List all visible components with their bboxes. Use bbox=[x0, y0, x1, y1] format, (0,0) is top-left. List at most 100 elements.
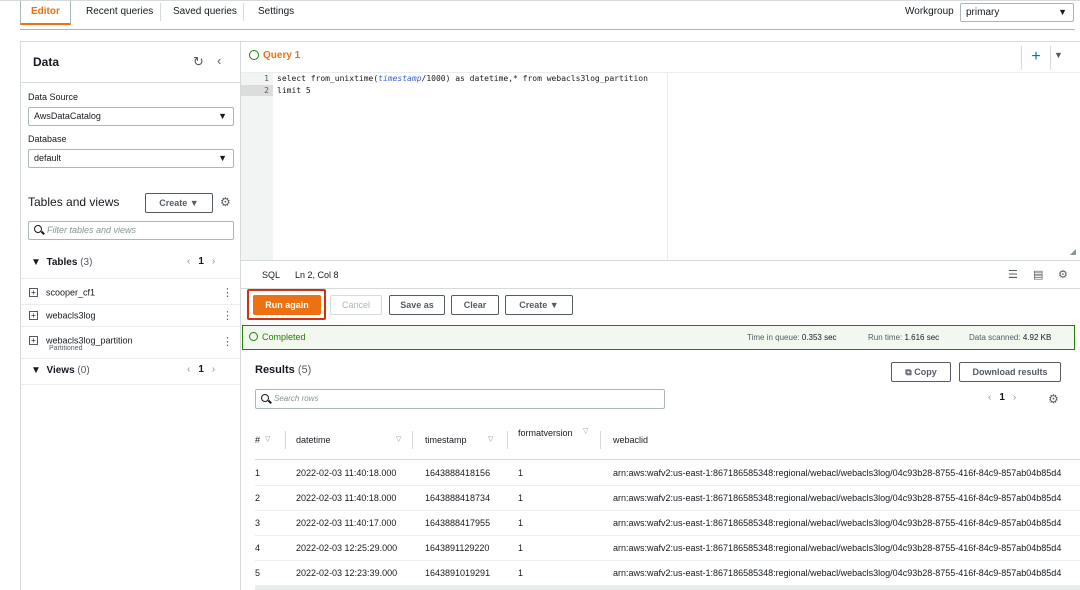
tables-pagination[interactable]: ‹ 1 › bbox=[187, 256, 215, 267]
views-count: (0) bbox=[77, 365, 90, 376]
chevron-left-icon[interactable]: ‹ bbox=[187, 256, 190, 267]
search-rows-input[interactable]: Search rows bbox=[255, 389, 665, 409]
partitioned-label: Partitioned bbox=[49, 345, 83, 352]
cell-webaclid: arn:aws:wafv2:us-east-1:867186585348:reg… bbox=[613, 518, 1062, 528]
save-as-button[interactable]: Save as bbox=[389, 295, 445, 315]
line-gutter bbox=[241, 73, 273, 261]
views-section-toggle[interactable]: ▼ Views (0) bbox=[31, 365, 90, 376]
table-row[interactable]: 2 2022-02-03 11:40:18.000 1643888418734 … bbox=[255, 486, 1080, 511]
line-number: 1 bbox=[264, 74, 269, 83]
column-header-datetime[interactable]: datetime bbox=[296, 435, 331, 445]
sort-icon[interactable]: ▽ bbox=[265, 435, 270, 443]
data-source-label: Data Source bbox=[28, 92, 79, 102]
column-header-formatversion[interactable]: formatversion bbox=[518, 427, 578, 440]
column-header-timestamp[interactable]: timestamp bbox=[425, 435, 467, 445]
format-query-icon[interactable]: ☰ bbox=[1008, 268, 1018, 281]
add-query-tab-icon[interactable]: + bbox=[1021, 46, 1051, 70]
column-header-index[interactable]: # bbox=[255, 435, 260, 445]
chevron-right-icon[interactable]: › bbox=[212, 364, 215, 375]
table-item-webacls3log[interactable]: + webacls3log bbox=[29, 310, 96, 321]
results-panel: Results (5) ⧉ Copy Download results Sear… bbox=[242, 351, 1080, 590]
data-source-value: AwsDataCatalog bbox=[34, 111, 101, 121]
table-name: scooper_cf1 bbox=[46, 287, 96, 298]
cell-timestamp: 1643888418156 bbox=[425, 468, 491, 478]
tables-section-toggle[interactable]: ▼ Tables (3) bbox=[31, 257, 92, 268]
divider bbox=[21, 278, 240, 279]
column-divider bbox=[600, 431, 601, 449]
create-menu-button[interactable]: Create ▼ bbox=[505, 295, 573, 315]
cell-webaclid: arn:aws:wafv2:us-east-1:867186585348:reg… bbox=[613, 468, 1062, 478]
tab-settings[interactable]: Settings bbox=[248, 1, 304, 25]
cell-index: 5 bbox=[255, 568, 261, 578]
cancel-button[interactable]: Cancel bbox=[330, 295, 382, 315]
editor-status-bar: SQL Ln 2, Col 8 ☰ ▤ ⚙ bbox=[241, 260, 1080, 289]
workgroup-value: primary bbox=[966, 7, 1000, 18]
check-circle-icon bbox=[249, 332, 258, 341]
run-time-label: Run time: bbox=[868, 333, 903, 342]
caret-down-icon: ▼ bbox=[218, 153, 227, 163]
divider bbox=[21, 304, 240, 305]
tab-saved-queries[interactable]: Saved queries bbox=[163, 1, 247, 25]
caret-down-icon[interactable]: ▼ bbox=[1054, 50, 1063, 60]
download-results-button[interactable]: Download results bbox=[959, 362, 1061, 382]
caret-down-icon: ▼ bbox=[218, 111, 227, 121]
code-text: timestamp bbox=[378, 74, 422, 83]
line-number: 2 bbox=[264, 86, 269, 95]
code-text: /1000) as datetime,* from webacls3log_pa… bbox=[421, 74, 648, 83]
gear-icon[interactable]: ⚙ bbox=[1058, 268, 1068, 281]
sort-icon[interactable]: ▽ bbox=[396, 435, 401, 443]
column-header-webaclid[interactable]: webaclid bbox=[613, 435, 648, 445]
workgroup-select[interactable]: primary ▼ bbox=[960, 3, 1074, 22]
views-pagination[interactable]: ‹ 1 › bbox=[187, 364, 215, 375]
gear-icon[interactable]: ⚙ bbox=[220, 195, 231, 209]
cell-index: 1 bbox=[255, 468, 261, 478]
code-editor[interactable]: 1 2 select from_unixtime(timestamp/1000)… bbox=[241, 72, 1080, 261]
copy-icon: ⧉ bbox=[905, 367, 912, 377]
expand-plus-icon[interactable]: + bbox=[29, 311, 38, 321]
create-table-button[interactable]: Create ▼ bbox=[145, 193, 213, 213]
views-page-number[interactable]: 1 bbox=[198, 364, 204, 375]
results-page-number[interactable]: 1 bbox=[999, 392, 1005, 403]
resize-handle-icon[interactable]: ◢ bbox=[1070, 247, 1076, 256]
copy-button[interactable]: ⧉ Copy bbox=[891, 362, 951, 382]
shortcuts-icon[interactable]: ▤ bbox=[1033, 268, 1043, 281]
filter-tables-input[interactable]: Filter tables and views bbox=[28, 221, 234, 240]
tab-recent-queries[interactable]: Recent queries bbox=[76, 1, 163, 25]
table-row[interactable]: 5 2022-02-03 12:23:39.000 1643891019291 … bbox=[255, 561, 1080, 586]
sort-icon[interactable]: ▽ bbox=[488, 435, 493, 443]
chevron-left-icon[interactable]: ‹ bbox=[187, 364, 190, 375]
more-options-icon[interactable]: ⋮ bbox=[222, 309, 233, 322]
expand-plus-icon[interactable]: + bbox=[29, 288, 38, 298]
collapse-left-icon[interactable]: ‹ bbox=[217, 53, 221, 68]
results-pagination[interactable]: ‹ 1 › bbox=[988, 392, 1016, 403]
refresh-icon[interactable]: ↻ bbox=[193, 54, 204, 70]
run-again-button[interactable]: Run again bbox=[253, 295, 321, 315]
table-row[interactable]: 3 2022-02-03 11:40:17.000 1643888417955 … bbox=[255, 511, 1080, 536]
data-panel-title: Data bbox=[33, 55, 60, 69]
cell-webaclid: arn:aws:wafv2:us-east-1:867186585348:reg… bbox=[613, 543, 1062, 553]
table-row[interactable]: 4 2022-02-03 12:25:29.000 1643891129220 … bbox=[255, 536, 1080, 561]
cell-datetime: 2022-02-03 12:23:39.000 bbox=[296, 568, 398, 578]
table-row[interactable]: 1 2022-02-03 11:40:18.000 1643888418156 … bbox=[255, 461, 1080, 486]
data-scanned-label: Data scanned: bbox=[969, 333, 1021, 342]
divider bbox=[21, 358, 240, 359]
gear-icon[interactable]: ⚙ bbox=[1048, 392, 1059, 406]
tab-editor[interactable]: Editor bbox=[20, 1, 71, 25]
chevron-left-icon[interactable]: ‹ bbox=[988, 392, 991, 403]
more-options-icon[interactable]: ⋮ bbox=[222, 286, 233, 299]
top-tab-bar: Editor Recent queries Saved queries Sett… bbox=[0, 0, 1080, 30]
query-tab[interactable]: Query 1 bbox=[249, 50, 300, 61]
expand-plus-icon[interactable]: + bbox=[29, 336, 38, 346]
chevron-right-icon[interactable]: › bbox=[212, 256, 215, 267]
tables-page-number[interactable]: 1 bbox=[198, 256, 204, 267]
table-item-scooper-cf1[interactable]: + scooper_cf1 bbox=[29, 287, 95, 298]
code-line[interactable]: limit 5 bbox=[277, 86, 311, 95]
database-select[interactable]: default ▼ bbox=[28, 149, 234, 168]
clear-button[interactable]: Clear bbox=[451, 295, 499, 315]
data-source-select[interactable]: AwsDataCatalog ▼ bbox=[28, 107, 234, 126]
sort-icon[interactable]: ▽ bbox=[583, 427, 588, 435]
code-line[interactable]: select from_unixtime(timestamp/1000) as … bbox=[277, 74, 648, 83]
chevron-right-icon[interactable]: › bbox=[1013, 392, 1016, 403]
horizontal-scrollbar[interactable] bbox=[255, 586, 1080, 590]
more-options-icon[interactable]: ⋮ bbox=[222, 335, 233, 348]
